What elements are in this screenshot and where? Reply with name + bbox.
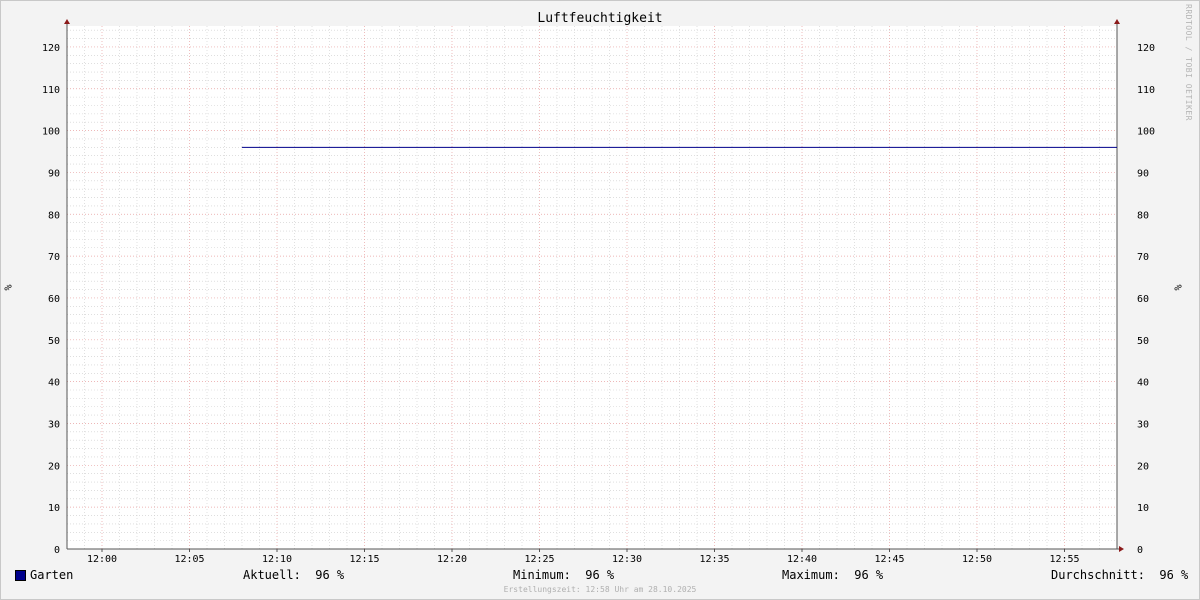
y-tick-label-right: 80 bbox=[1137, 210, 1149, 221]
y-axis-label-right: % bbox=[1171, 284, 1183, 291]
y-tick-label-right: 60 bbox=[1137, 294, 1149, 305]
y-tick-label-right: 20 bbox=[1137, 461, 1149, 472]
y-tick-label-left: 120 bbox=[42, 43, 60, 54]
legend-swatch bbox=[15, 570, 26, 581]
x-tick-label: 12:20 bbox=[437, 554, 467, 565]
legend-minimum-value: 96 % bbox=[585, 568, 615, 582]
x-tick-label: 12:00 bbox=[87, 554, 117, 565]
legend-minimum: Minimum: 96 % bbox=[513, 568, 614, 582]
watermark: RRDTOOL / TOBI OETIKER bbox=[1184, 4, 1193, 121]
y-tick-label-left: 80 bbox=[48, 210, 60, 221]
y-tick-label-right: 70 bbox=[1137, 252, 1149, 263]
x-axis-arrow bbox=[1119, 546, 1124, 552]
y-tick-label-left: 30 bbox=[48, 419, 60, 430]
x-tick-label: 12:45 bbox=[874, 554, 904, 565]
chart-canvas: 12:00 12:05 12:10 12:15 12:20 12:25 12:30 12:35… bbox=[42, 19, 1155, 565]
y-tick-label-left: 10 bbox=[48, 503, 60, 514]
y-tick-label-right: 120 bbox=[1137, 43, 1155, 54]
x-tick-label: 12:40 bbox=[787, 554, 817, 565]
y-tick-label-right: 90 bbox=[1137, 168, 1149, 179]
y-tick-label-right: 30 bbox=[1137, 419, 1149, 430]
legend-maximum-label: Maximum: bbox=[782, 568, 840, 582]
legend-series-name: Garten bbox=[30, 568, 74, 582]
legend-average-label: Durchschnitt: bbox=[1051, 568, 1145, 582]
y-tick-label-right: 10 bbox=[1137, 503, 1149, 514]
y-tick-label-left: 50 bbox=[48, 336, 60, 347]
x-tick-label: 12:35 bbox=[699, 554, 729, 565]
x-tick-label: 12:05 bbox=[174, 554, 204, 565]
y-tick-label-right: 40 bbox=[1137, 378, 1149, 389]
x-tick-label: 12:10 bbox=[262, 554, 292, 565]
chart-title: Luftfeuchtigkeit bbox=[537, 11, 663, 26]
y-tick-label-left: 90 bbox=[48, 168, 60, 179]
legend-minimum-label: Minimum: bbox=[513, 568, 571, 582]
y-tick-label-right: 0 bbox=[1137, 545, 1143, 556]
x-tick-label: 12:15 bbox=[349, 554, 379, 565]
y-tick-label-left: 110 bbox=[42, 85, 60, 96]
x-tick-label: 12:30 bbox=[612, 554, 642, 565]
y-tick-label-left: 20 bbox=[48, 461, 60, 472]
legend-average-value: 96 % bbox=[1159, 568, 1189, 582]
y-axis-label-left: % bbox=[1, 284, 13, 291]
generation-timestamp: Erstellungszeit: 12:58 Uhr am 28.10.2025 bbox=[503, 585, 697, 594]
legend-maximum-value: 96 % bbox=[854, 568, 884, 582]
y-tick-label-right: 100 bbox=[1137, 127, 1155, 138]
x-tick-label: 12:25 bbox=[524, 554, 554, 565]
y-tick-label-left: 70 bbox=[48, 252, 60, 263]
y-tick-label-left: 100 bbox=[42, 127, 60, 138]
y-tick-label-right: 50 bbox=[1137, 336, 1149, 347]
legend-current-value: 96 % bbox=[315, 568, 345, 582]
y-tick-label-left: 40 bbox=[48, 378, 60, 389]
y-tick-label-right: 110 bbox=[1137, 85, 1155, 96]
x-tick-label: 12:50 bbox=[962, 554, 992, 565]
legend-maximum: Maximum: 96 % bbox=[782, 568, 883, 582]
x-tick-label: 12:55 bbox=[1049, 554, 1079, 565]
y-tick-label-left: 60 bbox=[48, 294, 60, 305]
legend-current-label: Aktuell: bbox=[243, 568, 301, 582]
y-tick-label-left: 0 bbox=[54, 545, 60, 556]
legend-average: Durchschnitt: 96 % bbox=[1051, 568, 1188, 582]
legend-current: Aktuell: 96 % bbox=[243, 568, 344, 582]
